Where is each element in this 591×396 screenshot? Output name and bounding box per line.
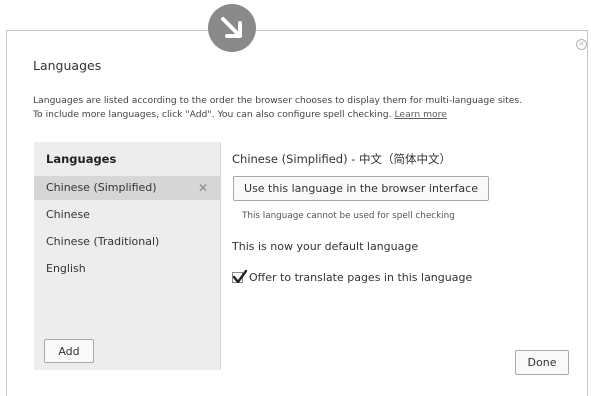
language-item-label: English	[46, 262, 86, 275]
done-button[interactable]: Done	[515, 350, 569, 375]
default-language-note: This is now your default language	[232, 240, 419, 253]
dialog-description: Languages are listed according to the or…	[33, 94, 578, 122]
learn-more-link[interactable]: Learn more	[394, 109, 446, 120]
language-item-chinese[interactable]: Chinese	[34, 203, 220, 227]
arrow-down-right-icon	[208, 4, 256, 52]
selected-language-title: Chinese (Simplified) - 中文（简体中文）	[232, 152, 452, 166]
language-list-panel: Languages Chinese (Simplified) ✕ Chinese…	[34, 142, 221, 370]
use-language-in-interface-button[interactable]: Use this language in the browser interfa…	[233, 176, 489, 201]
language-item-english[interactable]: English	[34, 257, 220, 281]
add-language-button[interactable]: Add	[44, 339, 94, 363]
remove-icon[interactable]: ✕	[198, 176, 208, 200]
description-line-1: Languages are listed according to the or…	[33, 95, 523, 106]
dialog-title: Languages	[33, 58, 102, 73]
offer-translate-label: Offer to translate pages in this languag…	[249, 271, 473, 284]
description-line-2-text: To include more languages, click "Add". …	[33, 109, 392, 120]
close-icon[interactable]: ✕	[576, 39, 587, 50]
language-item-chinese-traditional[interactable]: Chinese (Traditional)	[34, 230, 220, 254]
offer-translate-checkbox[interactable]	[232, 269, 248, 284]
language-item-label: Chinese	[46, 208, 90, 221]
spell-check-note: This language cannot be used for spell c…	[242, 211, 455, 221]
language-item-label: Chinese (Simplified)	[46, 181, 157, 194]
language-list-header: Languages	[46, 152, 117, 166]
description-line-2: To include more languages, click "Add". …	[33, 108, 578, 122]
language-item-label: Chinese (Traditional)	[46, 235, 160, 248]
language-item-chinese-simplified[interactable]: Chinese (Simplified) ✕	[34, 176, 220, 200]
checkmark-icon	[232, 269, 248, 284]
